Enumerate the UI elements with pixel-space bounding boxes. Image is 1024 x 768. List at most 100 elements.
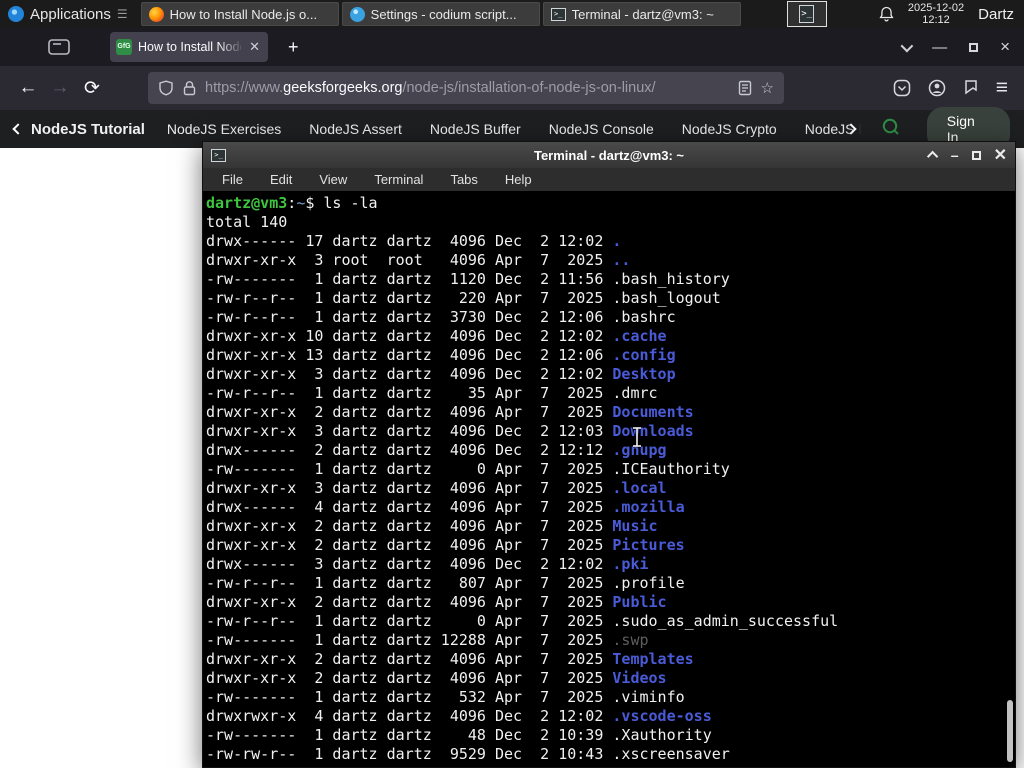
nav-back-item[interactable]: NodeJS Tutorial [12,121,145,138]
file-name: . [612,232,622,250]
terminal-line: -rw-r--r-- 1 dartz dartz 3730 Dec 2 12:0… [206,308,1015,327]
file-name: .cache [612,327,667,345]
taskbar-window-button[interactable]: >_ Terminal - dartz@vm3: ~ [542,2,741,26]
tab-active[interactable]: GfG How to Install Node.js on ✕ [110,32,268,62]
taskbar-window-button[interactable]: Settings - codium script... [341,2,540,26]
terminal-output[interactable]: dartz@vm3:~$ ls -la total 140 drwx------… [203,191,1015,767]
lock-icon[interactable] [183,80,196,96]
file-name: .local [612,479,667,497]
terminal-menu-file[interactable]: File [222,172,243,187]
file-metadata: -rw-r--r-- 1 dartz dartz 0 Apr 7 2025 [206,612,613,630]
account-icon[interactable] [928,79,946,97]
terminal-menu-help[interactable]: Help [505,172,532,187]
terminal-scrollbar-thumb[interactable] [1007,700,1013,762]
url-text: https://www.geeksforgeeks.org/node-js/in… [205,80,729,96]
file-name: .pki [612,555,649,573]
file-name: Templates [612,650,694,668]
file-metadata: -rw------- 1 dartz dartz 48 Dec 2 10:39 [206,726,613,744]
file-metadata: -rw------- 1 dartz dartz 0 Apr 7 2025 [206,460,613,478]
terminal-prompt-line: dartz@vm3:~$ ls -la [206,194,1015,213]
terminal-line: drwxr-xr-x 2 dartz dartz 4096 Apr 7 2025… [206,517,1015,536]
terminal-window: >_ Terminal - dartz@vm3: ~ – ✕ File Edit V… [202,141,1016,768]
nav-item[interactable]: NodeJS Crypto [682,121,777,137]
extensions-icon[interactable] [963,79,979,97]
forward-button[interactable]: → [44,72,76,104]
tracking-protection-shield-icon[interactable] [158,80,174,96]
terminal-line: drwxr-xr-x 2 dartz dartz 4096 Apr 7 2025… [206,593,1015,612]
nav-item-list: NodeJS Exercises NodeJS Assert NodeJS Buff… [167,121,869,137]
list-all-tabs-icon[interactable] [900,39,914,52]
terminal-line: drwxr-xr-x 2 dartz dartz 4096 Apr 7 2025… [206,669,1015,688]
nav-item[interactable]: NodeJS Buffer [430,121,521,137]
terminal-line: drwxr-xr-x 3 dartz dartz 4096 Dec 2 12:0… [206,365,1015,384]
reader-view-icon[interactable] [738,80,752,96]
file-metadata: drwxr-xr-x 13 dartz dartz 4096 Dec 2 12:… [206,346,613,364]
menu-hamburger-icon[interactable]: ≡ [996,77,1008,98]
terminal-close-button[interactable]: ✕ [994,145,1007,165]
terminal-maximize-button[interactable] [971,150,981,160]
prompt-dollar: $ [305,194,324,212]
toolbar-right-icons: ≡ [893,77,1012,98]
terminal-line: drwx------ 2 dartz dartz 4096 Dec 2 12:1… [206,441,1015,460]
nav-next-button[interactable] [845,114,873,144]
firefox-icon [148,6,164,22]
applications-menu[interactable]: Applications ☰ [0,0,135,28]
terminal-line: drwx------ 17 dartz dartz 4096 Dec 2 12:… [206,232,1015,251]
terminal-line: drwxrwxr-x 4 dartz dartz 4096 Dec 2 12:0… [206,707,1015,726]
panel-clock[interactable]: 2025-12-02 12:12 [908,2,964,26]
taskbar-window-button[interactable]: How to Install Node.js o... [140,2,339,26]
file-metadata: drwxr-xr-x 2 dartz dartz 4096 Apr 7 2025 [206,669,613,687]
file-metadata: drwxr-xr-x 2 dartz dartz 4096 Apr 7 2025 [206,593,613,611]
terminal-menu-tabs[interactable]: Tabs [450,172,477,187]
minimize-button[interactable]: — [932,39,947,56]
notification-bell-icon[interactable] [879,6,894,22]
terminal-menu-view[interactable]: View [319,172,347,187]
file-metadata: -rw-r--r-- 1 dartz dartz 807 Apr 7 2025 [206,574,613,592]
ls-output: drwx------ 17 dartz dartz 4096 Dec 2 12:… [206,232,1015,764]
back-button[interactable]: ← [12,72,44,104]
terminal-titlebar[interactable]: >_ Terminal - dartz@vm3: ~ – ✕ [203,142,1015,168]
nav-item[interactable]: NodeJS Console [549,121,654,137]
file-metadata: drwxr-xr-x 3 dartz dartz 4096 Dec 2 12:0… [206,422,613,440]
url-path: /node-js/installation-of-node-js-on-linu… [402,80,656,96]
prompt-cwd: ~ [296,194,306,212]
file-name: .dmrc [612,384,658,402]
mouse-ibeam-cursor [633,426,641,448]
file-metadata: drwx------ 2 dartz dartz 4096 Dec 2 12:1… [206,441,613,459]
close-button[interactable]: × [1000,37,1010,57]
terminal-line: drwxr-xr-x 2 dartz dartz 4096 Apr 7 2025… [206,403,1015,422]
search-icon [882,118,899,135]
new-tab-button[interactable]: + [282,37,305,58]
tab-title-fade [218,32,244,62]
terminal-line: -rw------- 1 dartz dartz 48 Dec 2 10:39 … [206,726,1015,745]
nav-item[interactable]: NodeJS Assert [309,121,402,137]
prompt-user-host: dartz@vm3 [206,194,288,212]
firefox-view-icon[interactable] [44,36,74,58]
pocket-save-icon[interactable] [893,79,911,97]
file-metadata: -rw------- 1 dartz dartz 1120 Dec 2 11:5… [206,270,613,288]
file-metadata: -rw-r--r-- 1 dartz dartz 35 Apr 7 2025 [206,384,613,402]
url-bar[interactable]: https://www.geeksforgeeks.org/node-js/in… [148,72,784,104]
terminal-minimize-button[interactable]: – [951,147,959,163]
file-name: .xscreensaver [612,745,730,763]
terminal-line: -rw-r--r-- 1 dartz dartz 807 Apr 7 2025 … [206,574,1015,593]
terminal-line: -rw------- 1 dartz dartz 0 Apr 7 2025 .I… [206,460,1015,479]
terminal-menu-edit[interactable]: Edit [270,172,292,187]
terminal-launcher[interactable]: >_ [786,1,827,27]
bookmark-star-icon[interactable]: ☆ [761,79,774,97]
terminal-total-line: total 140 [206,213,288,231]
terminal-menu-terminal[interactable]: Terminal [374,172,423,187]
file-name: Desktop [612,365,676,383]
file-metadata: drwxr-xr-x 2 dartz dartz 4096 Apr 7 2025 [206,517,613,535]
file-name: Music [612,517,658,535]
reload-button[interactable]: ⟳ [76,72,108,104]
panel-username[interactable]: Dartz [978,6,1014,23]
file-name: .vscode-oss [612,707,712,725]
nav-item[interactable]: NodeJS Exercises [167,121,281,137]
file-metadata: drwxr-xr-x 3 root root 4096 Apr 7 2025 [206,251,613,269]
maximize-button[interactable] [969,42,979,52]
terminal-line: drwxr-xr-x 3 dartz dartz 4096 Apr 7 2025… [206,479,1015,498]
file-metadata: drwxr-xr-x 3 dartz dartz 4096 Dec 2 12:0… [206,365,613,383]
tab-close-icon[interactable]: ✕ [247,39,262,55]
site-search-button[interactable] [881,117,901,142]
